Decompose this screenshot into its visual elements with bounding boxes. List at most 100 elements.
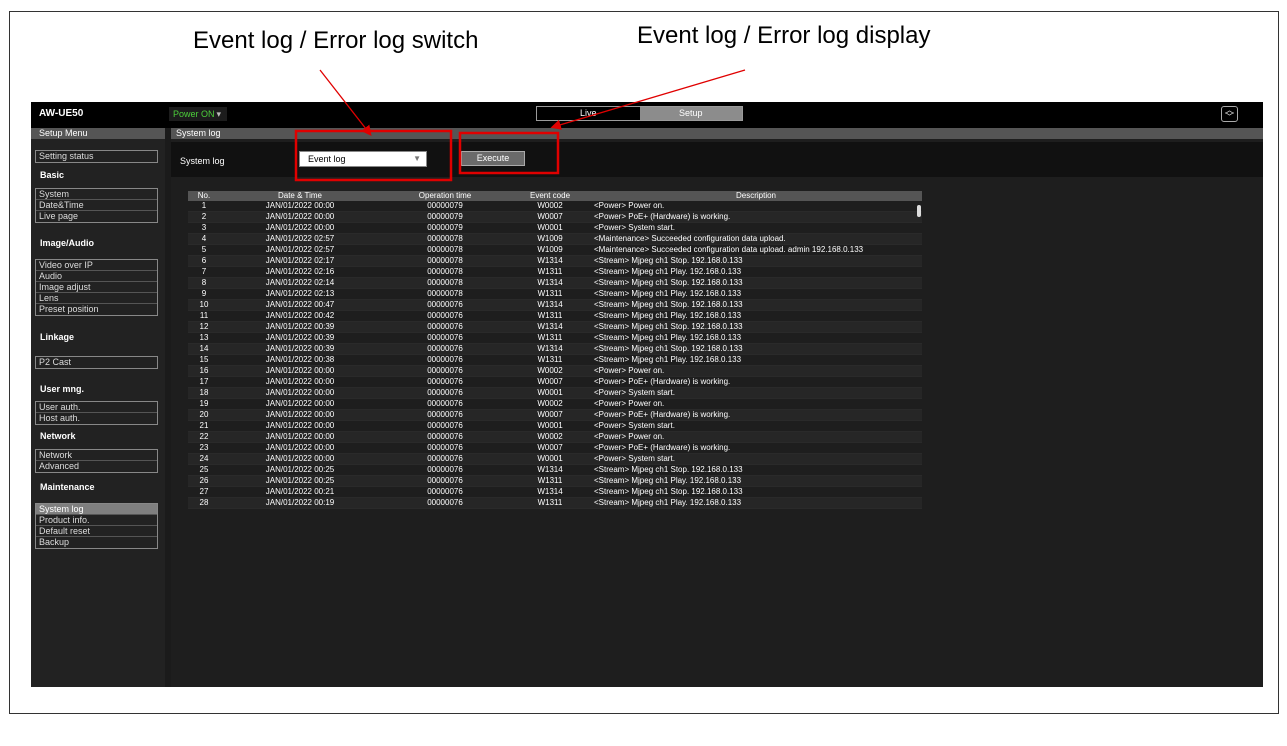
- sidebar-group-network: Network: [40, 431, 76, 441]
- cell-datetime: JAN/01/2022 00:25: [220, 464, 380, 476]
- log-controls: System log Event log ▼ Execute: [171, 142, 1263, 177]
- sidebar-item-image-adjust[interactable]: Image adjust: [36, 282, 157, 293]
- col-header-description: Description: [590, 191, 922, 201]
- cell-description: <Power> Power on.: [590, 365, 922, 377]
- cell-datetime: JAN/01/2022 02:13: [220, 288, 380, 300]
- sidebar-item-video-over-ip[interactable]: Video over IP: [36, 260, 157, 271]
- log-type-value: Event log: [308, 154, 346, 164]
- sidebar-item-setting-status[interactable]: Setting status: [36, 151, 157, 162]
- cell-event-code: W0001: [510, 453, 590, 465]
- cell-datetime: JAN/01/2022 00:00: [220, 431, 380, 443]
- table-row: 1 JAN/01/2022 00:00 00000079 W0002 <Power> P…: [188, 201, 922, 212]
- cell-event-code: W1311: [510, 332, 590, 344]
- log-table-container[interactable]: No. Date & Time Operation time Event cod…: [188, 191, 922, 623]
- cell-event-code: W0002: [510, 201, 590, 212]
- cell-datetime: JAN/01/2022 00:00: [220, 201, 380, 212]
- cell-description: <Stream> Mjpeg ch1 Stop. 192.168.0.133: [590, 277, 922, 289]
- cell-event-code: W1314: [510, 464, 590, 476]
- cell-operation-time: 00000079: [380, 211, 510, 223]
- cell-description: <Power> Power on.: [590, 431, 922, 443]
- power-dropdown[interactable]: Power ON ▾: [169, 107, 227, 121]
- cell-event-code: W1314: [510, 299, 590, 311]
- sidebar-item-backup[interactable]: Backup: [36, 537, 157, 548]
- table-row: 13 JAN/01/2022 00:39 00000076 W1311 <Stream>…: [188, 332, 922, 344]
- table-row: 15 JAN/01/2022 00:38 00000076 W1311 <Stream>…: [188, 354, 922, 366]
- cell-event-code: W1311: [510, 266, 590, 278]
- cell-event-code: W0001: [510, 387, 590, 399]
- cell-datetime: JAN/01/2022 00:25: [220, 475, 380, 487]
- sidebar-linkage-box: P2 Cast: [35, 356, 158, 369]
- cell-datetime: JAN/01/2022 02:16: [220, 266, 380, 278]
- camera-web-ui: AW-UE50 Power ON ▾ Live Setup ︿ ﹀ Setup Me…: [31, 102, 1263, 687]
- sidebar-item-lens[interactable]: Lens: [36, 293, 157, 304]
- sidebar-item-audio[interactable]: Audio: [36, 271, 157, 282]
- cell-description: <Power> PoE+ (Hardware) is working.: [590, 442, 922, 454]
- callout-display-label: Event log / Error log display: [637, 22, 931, 49]
- sidebar-basic-box: System Date&Time Live page: [35, 188, 158, 223]
- col-header-no: No.: [188, 191, 220, 201]
- sidebar-group-image-audio: Image/Audio: [40, 238, 95, 248]
- live-tab[interactable]: Live: [537, 107, 640, 120]
- execute-button[interactable]: Execute: [461, 151, 525, 166]
- sidebar-item-product-info[interactable]: Product info.: [36, 515, 157, 526]
- model-name: AW-UE50: [39, 108, 84, 119]
- cell-operation-time: 00000078: [380, 288, 510, 300]
- top-bar: AW-UE50 Power ON ▾ Live Setup ︿ ﹀: [31, 102, 1263, 128]
- cell-operation-time: 00000079: [380, 201, 510, 212]
- sidebar-item-datetime[interactable]: Date&Time: [36, 200, 157, 211]
- setup-tab[interactable]: Setup: [639, 107, 742, 120]
- sidebar-item-p2-cast[interactable]: P2 Cast: [36, 357, 157, 368]
- cell-description: <Power> Power on.: [590, 398, 922, 410]
- sidebar-item-network[interactable]: Network: [36, 450, 157, 461]
- sidebar-item-system[interactable]: System: [36, 189, 157, 200]
- up-down-icon[interactable]: ︿ ﹀: [1221, 106, 1238, 122]
- cell-event-code: W0001: [510, 420, 590, 432]
- cell-no: 15: [188, 354, 220, 366]
- cell-no: 20: [188, 409, 220, 421]
- sidebar-item-user-auth[interactable]: User auth.: [36, 402, 157, 413]
- sidebar-item-default-reset[interactable]: Default reset: [36, 526, 157, 537]
- callout-switch-label: Event log / Error log switch: [193, 27, 479, 54]
- cell-description: <Power> System start.: [590, 420, 922, 432]
- table-row: 8 JAN/01/2022 02:14 00000078 W1314 <Stream> …: [188, 277, 922, 289]
- log-type-select[interactable]: Event log ▼: [299, 151, 427, 167]
- cell-operation-time: 00000076: [380, 332, 510, 344]
- cell-description: <Stream> Mjpeg ch1 Play. 192.168.0.133: [590, 288, 922, 300]
- cell-description: <Power> PoE+ (Hardware) is working.: [590, 211, 922, 223]
- sidebar-item-preset-position[interactable]: Preset position: [36, 304, 157, 315]
- cell-event-code: W1314: [510, 343, 590, 355]
- cell-no: 7: [188, 266, 220, 278]
- sidebar-item-advanced[interactable]: Advanced: [36, 461, 157, 472]
- page-title: System log: [171, 128, 1263, 139]
- cell-event-code: W0007: [510, 409, 590, 421]
- sidebar-item-live-page[interactable]: Live page: [36, 211, 157, 222]
- cell-description: <Power> System start.: [590, 222, 922, 234]
- cell-operation-time: 00000076: [380, 365, 510, 377]
- cell-datetime: JAN/01/2022 00:39: [220, 332, 380, 344]
- sidebar-item-system-log[interactable]: System log: [36, 504, 157, 515]
- cell-operation-time: 00000078: [380, 277, 510, 289]
- log-scrollbar-thumb[interactable]: [917, 205, 921, 217]
- cell-datetime: JAN/01/2022 02:57: [220, 244, 380, 256]
- cell-operation-time: 00000079: [380, 222, 510, 234]
- log-table: No. Date & Time Operation time Event cod…: [188, 191, 922, 509]
- cell-description: <Stream> Mjpeg ch1 Play. 192.168.0.133: [590, 310, 922, 322]
- table-row: 7 JAN/01/2022 02:16 00000078 W1311 <Stream> …: [188, 266, 922, 278]
- cell-description: <Stream> Mjpeg ch1 Stop. 192.168.0.133: [590, 464, 922, 476]
- cell-no: 13: [188, 332, 220, 344]
- col-header-datetime: Date & Time: [220, 191, 380, 201]
- cell-operation-time: 00000076: [380, 299, 510, 311]
- cell-datetime: JAN/01/2022 02:14: [220, 277, 380, 289]
- cell-datetime: JAN/01/2022 00:00: [220, 211, 380, 223]
- table-row: 9 JAN/01/2022 02:13 00000078 W1311 <Stream> …: [188, 288, 922, 300]
- cell-no: 4: [188, 233, 220, 245]
- sidebar-user-mng-box: User auth. Host auth.: [35, 401, 158, 425]
- cell-event-code: W1314: [510, 321, 590, 333]
- cell-no: 28: [188, 497, 220, 509]
- cell-operation-time: 00000076: [380, 497, 510, 509]
- sidebar-item-host-auth[interactable]: Host auth.: [36, 413, 157, 424]
- cell-event-code: W1314: [510, 277, 590, 289]
- cell-datetime: JAN/01/2022 00:39: [220, 343, 380, 355]
- cell-no: 9: [188, 288, 220, 300]
- cell-datetime: JAN/01/2022 00:42: [220, 310, 380, 322]
